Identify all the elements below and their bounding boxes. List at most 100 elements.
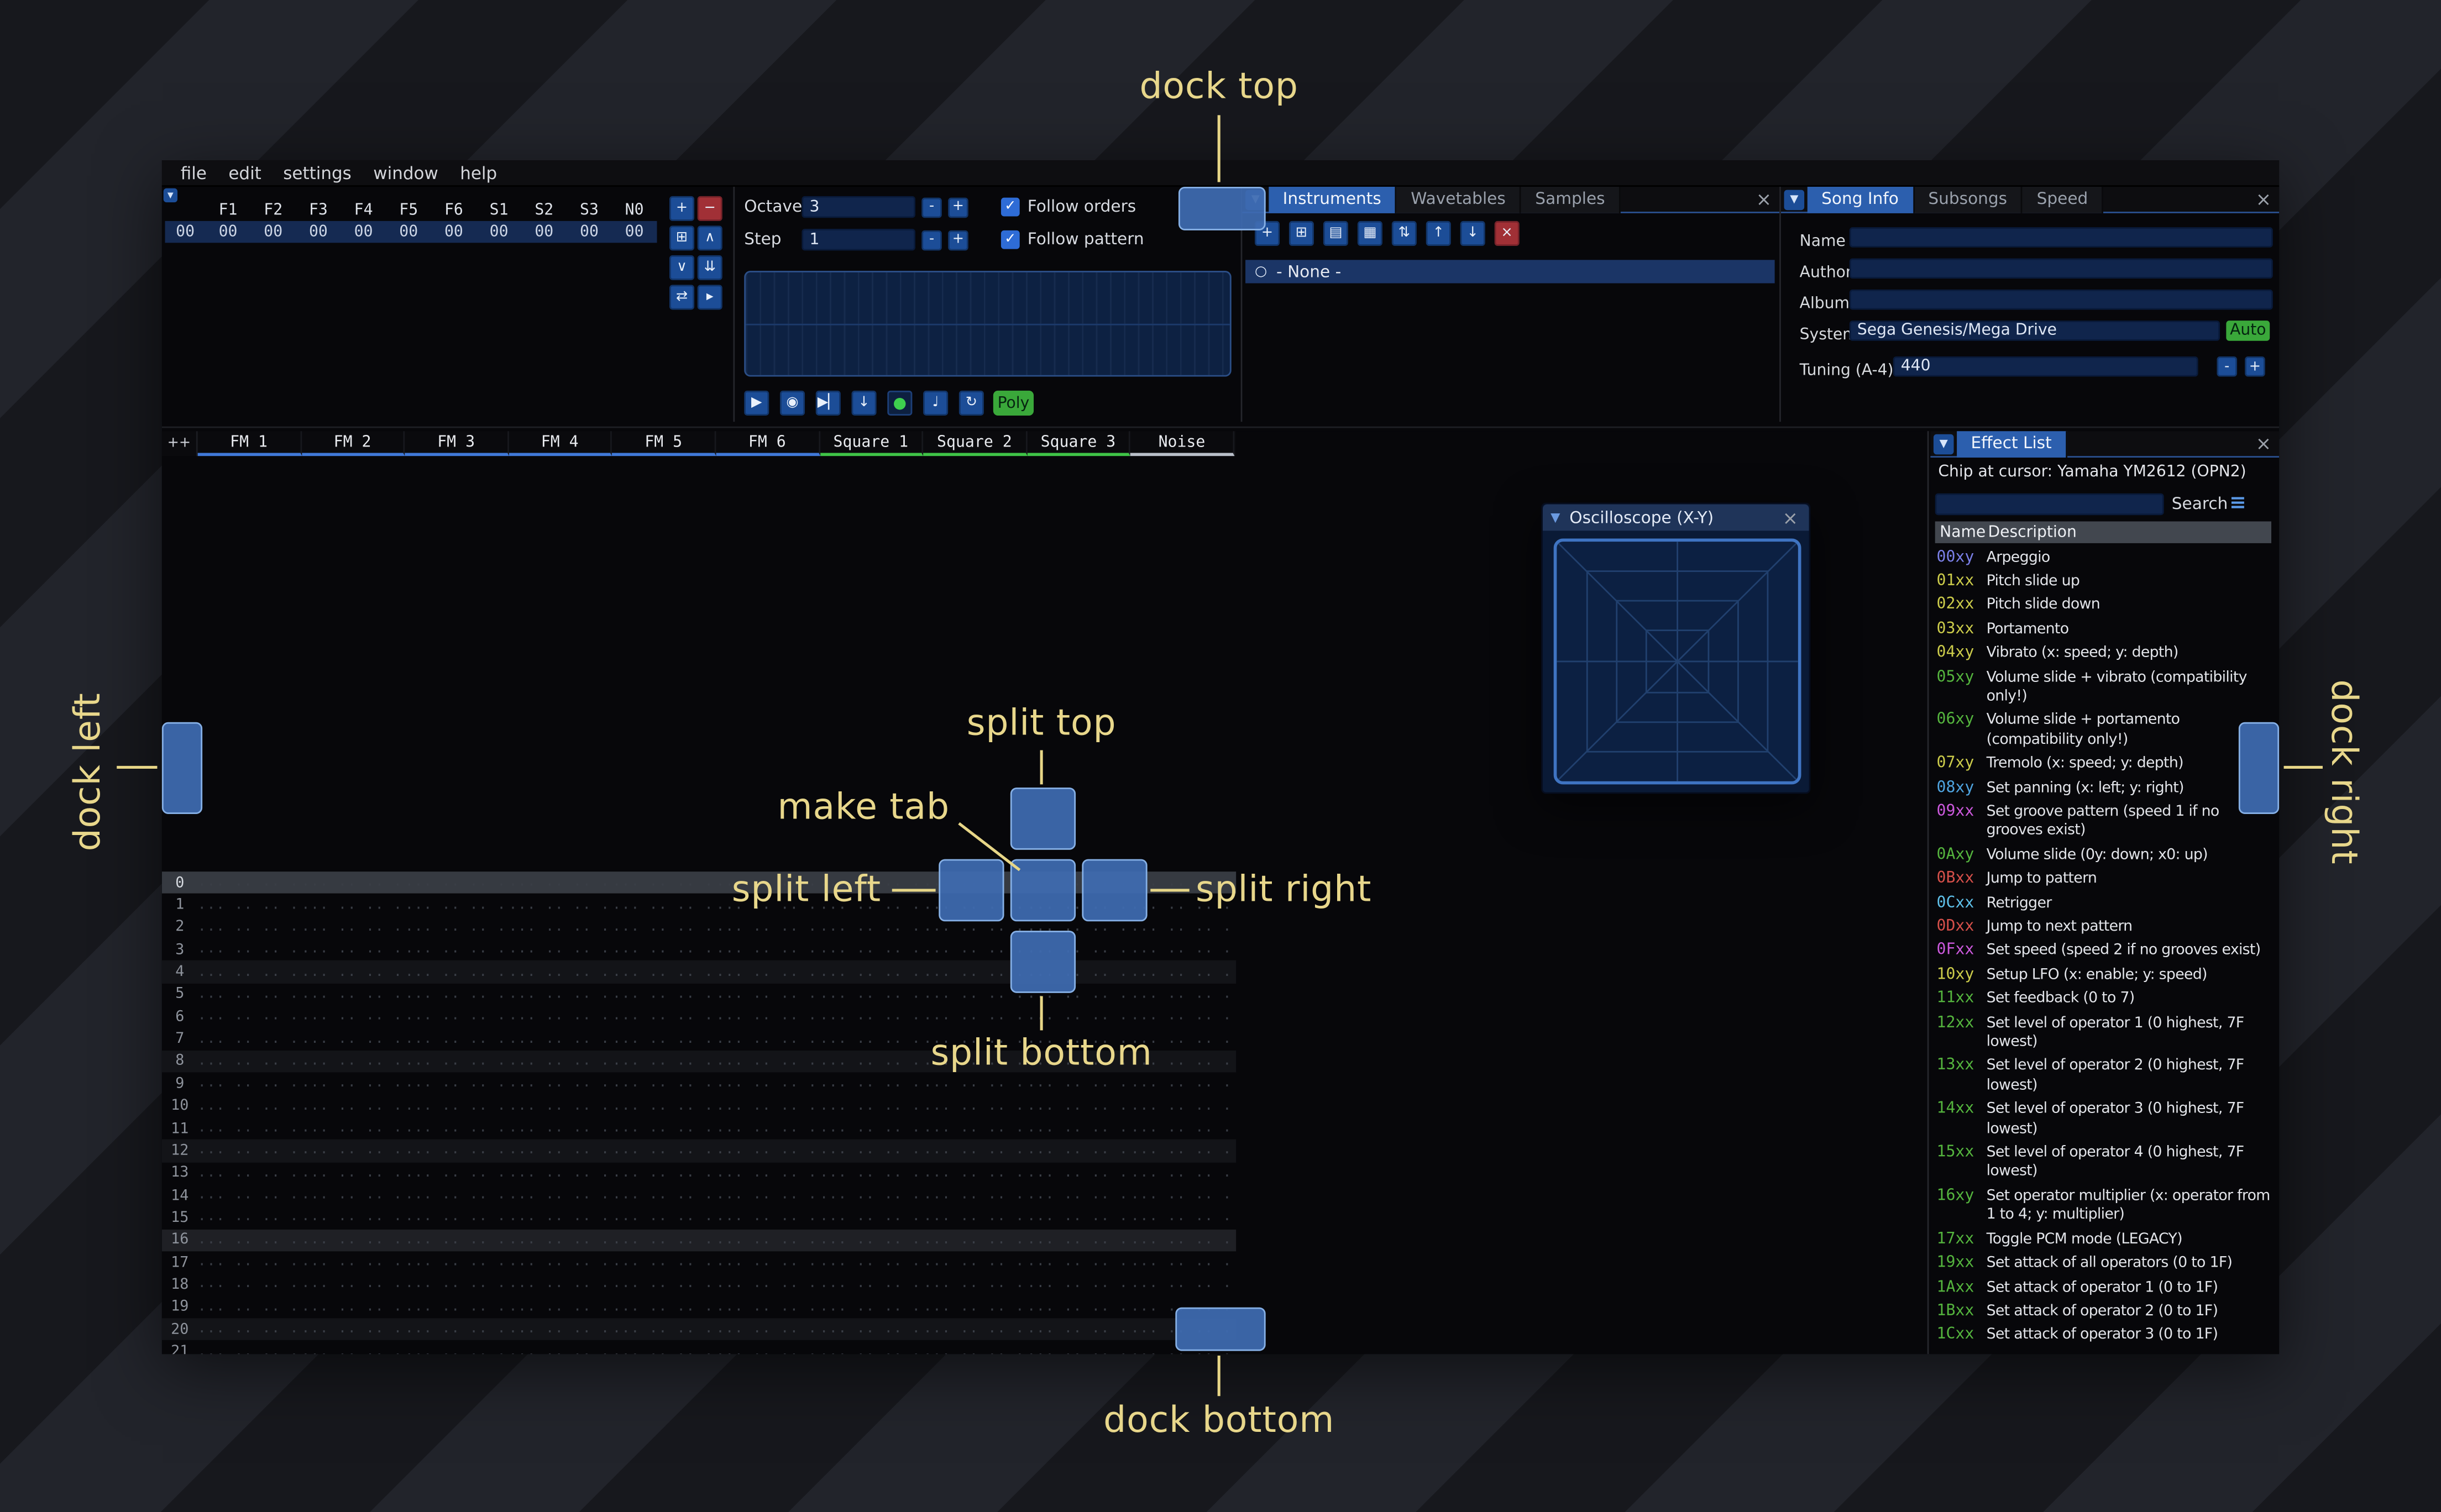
effect-row-00xy[interactable]: 00xy Arpeggio <box>1930 547 2279 570</box>
pattern-cell[interactable]: ... .. .. .... <box>301 1143 405 1158</box>
octave-input[interactable]: 3 <box>802 196 916 218</box>
pattern-cell[interactable]: ... .. .. .... <box>820 942 924 958</box>
pattern-cell[interactable]: ... .. .. .... <box>1131 1076 1235 1091</box>
pattern-cell[interactable]: ... .. .. .... <box>301 1299 405 1315</box>
pattern-cell[interactable]: ... .. .. .... <box>924 1076 1028 1091</box>
song-info-close-button[interactable]: × <box>2253 188 2274 210</box>
effect-row-16xy[interactable]: 16xy Set operator multiplier (x: operator… <box>1930 1185 2279 1228</box>
pattern-cell[interactable]: ... .. .. .... <box>198 1188 302 1203</box>
play-from-start-button[interactable]: ◉ <box>779 390 805 416</box>
pattern-cell[interactable]: ... .. .. .... <box>509 1031 612 1047</box>
pattern-cell[interactable]: ... .. .. .... <box>301 1098 405 1114</box>
pattern-cell[interactable]: ... .. .. .... <box>198 1143 302 1158</box>
menu-item-file[interactable]: file <box>170 162 218 183</box>
pattern-cell[interactable]: ... .. .. .... <box>924 1166 1028 1181</box>
pattern-cell[interactable]: ... .. .. .... <box>198 1299 302 1315</box>
pattern-cell[interactable]: ... .. .. .... <box>405 1031 509 1047</box>
split-top-target[interactable] <box>1010 788 1076 850</box>
pattern-cell[interactable]: ... .. .. .... <box>198 1232 302 1248</box>
pattern-cell[interactable]: ... .. .. .... <box>509 1344 612 1354</box>
pattern-cell[interactable]: ... .. .. .... <box>612 964 716 980</box>
pattern-cell[interactable]: ... .. .. .... <box>612 1143 716 1158</box>
pattern-cell[interactable]: ... .. .. .... <box>716 1098 820 1114</box>
pattern-cell[interactable]: ... .. .. .... <box>301 964 405 980</box>
pattern-row-13[interactable]: 13... .. .. ....... .. .. ....... .. .. … <box>162 1162 1236 1185</box>
tuning-increase-button[interactable]: + <box>2245 356 2265 377</box>
pattern-row-18[interactable]: 18... .. .. ....... .. .. ....... .. .. … <box>162 1274 1236 1296</box>
pattern-cell[interactable]: ... .. .. .... <box>509 1299 612 1315</box>
pattern-cell[interactable]: ... .. .. .... <box>716 920 820 935</box>
pattern-cell[interactable]: ... .. .. .... <box>405 897 509 913</box>
pattern-row-21[interactable]: 21... .. .. ....... .. .. ....... .. .. … <box>162 1341 1236 1355</box>
pattern-cell[interactable]: ... .. .. .... <box>198 1098 302 1114</box>
pattern-row-12[interactable]: 12... .. .. ....... .. .. ....... .. .. … <box>161 1140 1237 1162</box>
duplicate-instrument-button[interactable]: ⊞ <box>1288 221 1314 246</box>
order-cell[interactable]: 00 <box>567 223 612 240</box>
tab-instruments[interactable]: Instruments <box>1269 186 1397 213</box>
dock-right-target[interactable] <box>2238 722 2280 814</box>
pattern-cell[interactable]: ... .. .. .... <box>301 1188 405 1203</box>
effect-row-14xx[interactable]: 14xx Set level of operator 3 (0 highest, … <box>1930 1099 2279 1142</box>
record-button[interactable]: ● <box>887 390 913 416</box>
pattern-cell[interactable]: ... .. .. .... <box>198 897 302 913</box>
deep-clone-order-button[interactable]: ⇊ <box>697 255 722 280</box>
pattern-cell[interactable]: ... .. .. .... <box>612 1054 716 1069</box>
pattern-cell[interactable]: ... .. .. .... <box>509 1121 612 1136</box>
pattern-cell[interactable]: ... .. .. .... <box>1027 1299 1131 1315</box>
pattern-cell[interactable]: ... .. .. .... <box>1027 1143 1131 1158</box>
pattern-cell[interactable]: ... .. .. .... <box>716 1254 820 1270</box>
pattern-cell[interactable]: ... .. .. .... <box>716 1277 820 1293</box>
order-cell[interactable]: 00 <box>341 223 386 240</box>
channel-header-fm-1[interactable]: FM 1 <box>197 431 302 456</box>
split-right-target[interactable] <box>1082 859 1148 922</box>
tuning-decrease-button[interactable]: - <box>2217 356 2238 377</box>
order-cell[interactable]: 00 <box>521 223 567 240</box>
menu-item-window[interactable]: window <box>363 162 449 183</box>
pattern-cell[interactable]: ... .. .. .... <box>405 1344 509 1354</box>
pattern-cell[interactable]: ... .. .. .... <box>612 986 716 1002</box>
play-button[interactable]: ▶ <box>744 390 769 416</box>
channel-header-fm-6[interactable]: FM 6 <box>716 431 820 456</box>
pattern-cell[interactable]: ... .. .. .... <box>1027 1322 1131 1337</box>
pattern-expand-button[interactable]: ++ <box>162 431 198 456</box>
effect-row-0Bxx[interactable]: 0Bxx Jump to pattern <box>1930 868 2279 892</box>
pattern-cell[interactable]: ... .. .. .... <box>820 1254 924 1270</box>
pattern-cell[interactable]: ... .. .. .... <box>405 1188 509 1203</box>
piano-lower-octave[interactable] <box>746 324 1230 375</box>
pattern-cell[interactable]: ... .. .. .... <box>509 1166 612 1181</box>
pattern-cell[interactable]: ... .. .. .... <box>301 1344 405 1354</box>
pattern-cell[interactable]: ... .. .. .... <box>405 1210 509 1226</box>
pattern-cell[interactable]: ... .. .. .... <box>509 1188 612 1203</box>
step-input[interactable]: 1 <box>802 229 916 251</box>
move-order-down-button[interactable]: ∨ <box>669 255 695 280</box>
pattern-cell[interactable]: ... .. .. .... <box>820 1210 924 1226</box>
move-instrument-up-button[interactable]: ↑ <box>1426 221 1451 246</box>
pattern-cell[interactable]: ... .. .. .... <box>1131 1254 1235 1270</box>
pattern-cell[interactable]: ... .. .. .... <box>820 1076 924 1091</box>
pattern-cell[interactable]: ... .. .. .... <box>1027 1166 1131 1181</box>
pattern-cell[interactable]: ... .. .. .... <box>301 1277 405 1293</box>
pattern-cell[interactable]: ... .. .. .... <box>1131 1121 1235 1136</box>
pattern-row-20[interactable]: 20... .. .. ....... .. .. ....... .. .. … <box>161 1318 1237 1341</box>
pattern-cell[interactable]: ... .. .. .... <box>198 1277 302 1293</box>
pattern-cell[interactable]: ... .. .. .... <box>1027 1188 1131 1203</box>
pattern-cell[interactable]: ... .. .. .... <box>198 942 302 958</box>
pattern-cell[interactable]: ... .. .. .... <box>198 1166 302 1181</box>
step-decrease-button[interactable]: - <box>921 229 942 250</box>
step-row-button[interactable]: ↓ <box>851 390 877 416</box>
pattern-cell[interactable]: ... .. .. .... <box>716 1210 820 1226</box>
effect-row-0Axy[interactable]: 0Axy Volume slide (0y: down; x0: up) <box>1930 844 2279 868</box>
tab-speed[interactable]: Speed <box>2023 186 2104 213</box>
pattern-cell[interactable]: ... .. .. .... <box>820 1322 924 1337</box>
order-cell[interactable]: 00 <box>250 223 296 240</box>
pattern-cell[interactable]: ... .. .. .... <box>820 1188 924 1203</box>
pattern-cell[interactable]: ... .. .. .... <box>1131 986 1235 1002</box>
pattern-cell[interactable]: ... .. .. .... <box>301 942 405 958</box>
order-edit-mode-button[interactable]: ▸ <box>697 285 722 310</box>
song-info-collapse-button[interactable]: ▼ <box>1784 189 1805 209</box>
pattern-cell[interactable]: ... .. .. .... <box>716 1076 820 1091</box>
pattern-cell[interactable]: ... .. .. .... <box>716 986 820 1002</box>
oscilloscope-close-button[interactable]: × <box>1779 507 1801 528</box>
order-cell[interactable]: 00 <box>612 223 657 240</box>
pattern-cell[interactable]: ... .. .. .... <box>924 1322 1028 1337</box>
